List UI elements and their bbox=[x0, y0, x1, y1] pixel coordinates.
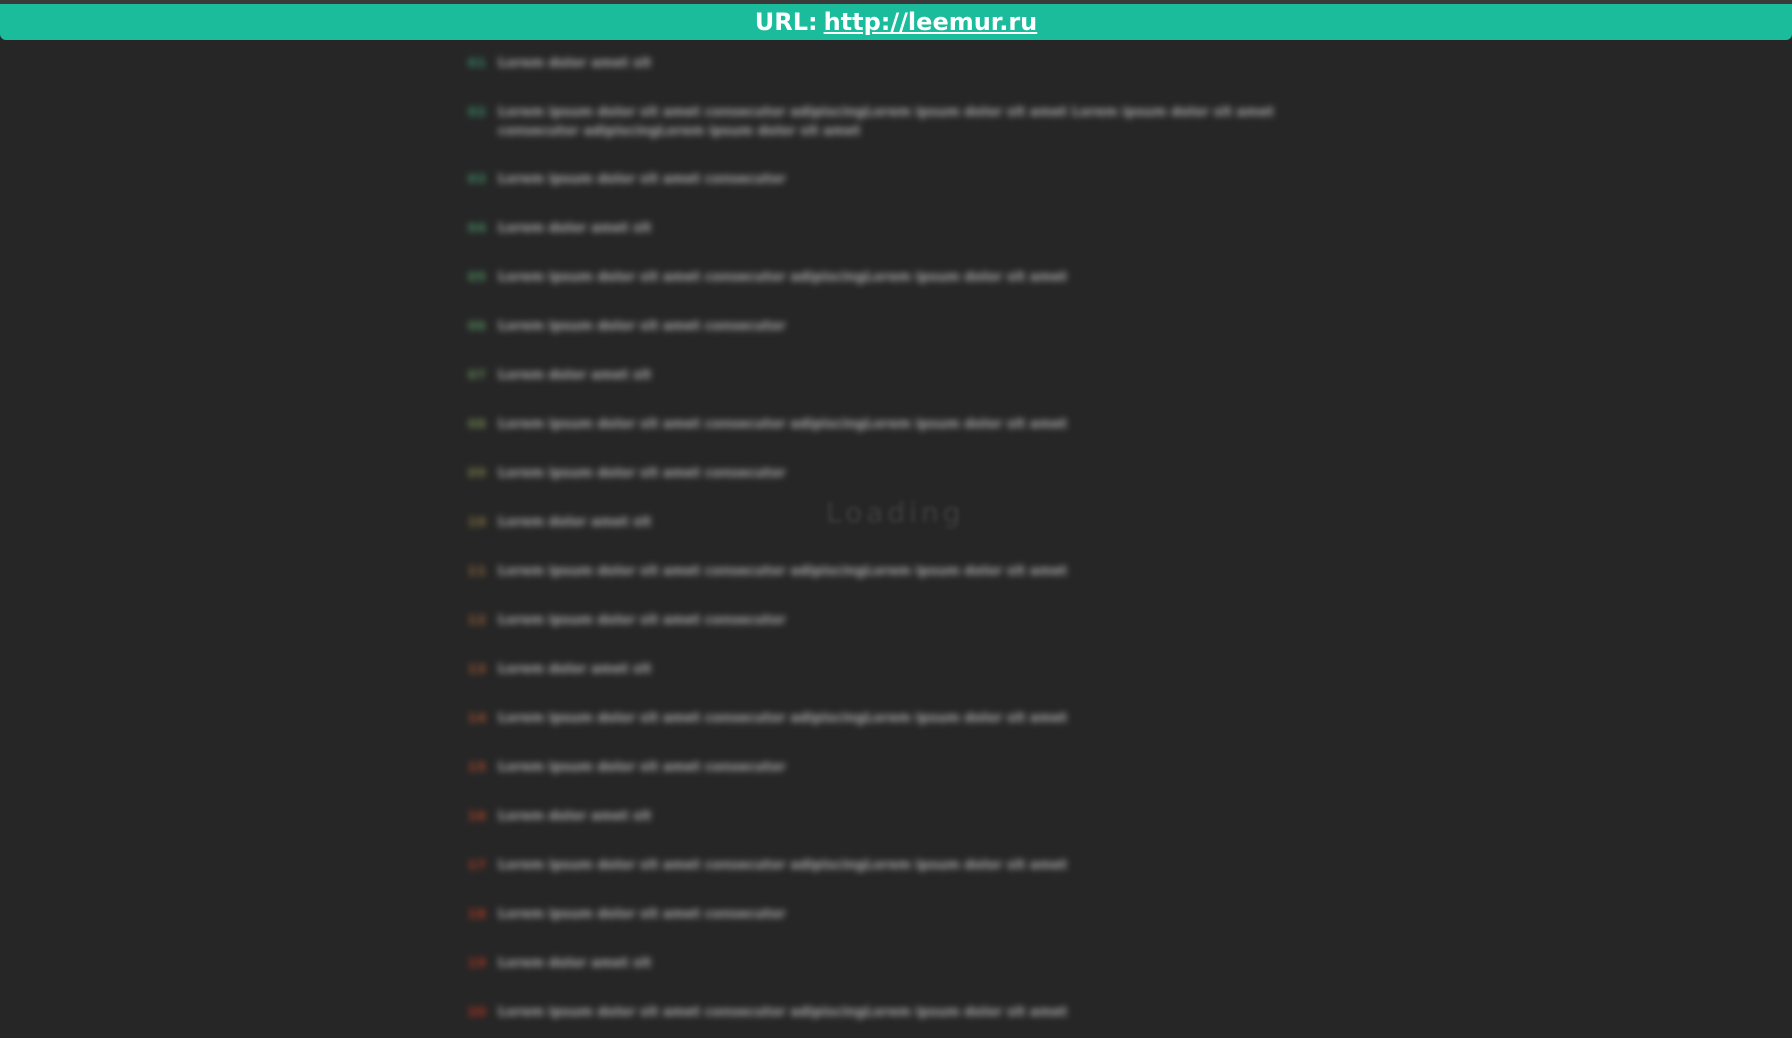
list-item-text: Lorem ipsum dolor sit amet consecutor bbox=[498, 172, 786, 187]
list-item-number: 02 bbox=[468, 105, 487, 119]
list-item-text: Lorem ipsum dolor sit amet consecutor ad… bbox=[498, 564, 1068, 579]
list-item[interactable]: 02 Lorem ipsum dolor sit amet consecutor … bbox=[450, 89, 1342, 156]
list-item[interactable]: 20 Lorem ipsum dolor sit amet consecutor … bbox=[450, 989, 1342, 1038]
list-item-text: Lorem dolor amet sit bbox=[498, 56, 652, 71]
url-prefix: URL: bbox=[754, 8, 818, 36]
loading-text: Loading bbox=[826, 496, 965, 529]
list-item-text: Lorem ipsum dolor sit amet consecutor ad… bbox=[498, 105, 1274, 139]
list-item-number: 08 bbox=[468, 417, 487, 431]
list-item-text: Lorem dolor amet sit bbox=[498, 368, 652, 383]
list-item-number: 07 bbox=[468, 368, 487, 382]
url-banner: URL: http://leemur.ru bbox=[0, 4, 1792, 40]
list-item[interactable]: 05 Lorem ipsum dolor sit amet consecutor … bbox=[450, 254, 1342, 303]
list-item[interactable]: 08 Lorem ipsum dolor sit amet consecutor … bbox=[450, 401, 1342, 450]
list-item-number: 14 bbox=[468, 711, 487, 725]
url-link[interactable]: http://leemur.ru bbox=[824, 8, 1038, 36]
list-item-number: 10 bbox=[468, 515, 487, 529]
list-item-text: Lorem ipsum dolor sit amet consecutor ad… bbox=[498, 1005, 1068, 1020]
list-item-text: Lorem ipsum dolor sit amet consecutor ad… bbox=[498, 711, 1068, 726]
list-item-number: 12 bbox=[468, 613, 487, 627]
list-item-number: 06 bbox=[468, 319, 487, 333]
list-item-number: 03 bbox=[468, 172, 487, 186]
list-item-number: 01 bbox=[468, 56, 487, 70]
list-item[interactable]: 16 Lorem dolor amet sit bbox=[450, 793, 1342, 842]
list-item[interactable]: 11 Lorem ipsum dolor sit amet consecutor … bbox=[450, 548, 1342, 597]
list-item-text: Lorem ipsum dolor sit amet consecutor bbox=[498, 613, 786, 628]
list-item-number: 19 bbox=[468, 956, 487, 970]
list-item[interactable]: 19 Lorem dolor amet sit bbox=[450, 940, 1342, 989]
list-item[interactable]: 15 Lorem ipsum dolor sit amet consecutor bbox=[450, 744, 1342, 793]
list-item[interactable]: 03 Lorem ipsum dolor sit amet consecutor bbox=[450, 156, 1342, 205]
list-item[interactable]: 01 Lorem dolor amet sit bbox=[450, 40, 1342, 89]
list-item-text: Lorem ipsum dolor sit amet consecutor ad… bbox=[498, 270, 1068, 285]
list-item[interactable]: 12 Lorem ipsum dolor sit amet consecutor bbox=[450, 597, 1342, 646]
list-item-number: 13 bbox=[468, 662, 487, 676]
list-item[interactable]: 09 Lorem ipsum dolor sit amet consecutor bbox=[450, 450, 1342, 499]
blurred-list: 01 Lorem dolor amet sit 02 Lorem ipsum dolo… bbox=[450, 40, 1342, 1038]
list-item[interactable]: 04 Lorem dolor amet sit bbox=[450, 205, 1342, 254]
list-item-number: 16 bbox=[468, 809, 487, 823]
list-item[interactable]: 17 Lorem ipsum dolor sit amet consecutor … bbox=[450, 842, 1342, 891]
list-item[interactable]: 07 Lorem dolor amet sit bbox=[450, 352, 1342, 401]
list-item-number: 15 bbox=[468, 760, 487, 774]
list-item-text: Lorem ipsum dolor sit amet consecutor bbox=[498, 760, 786, 775]
list-item-number: 20 bbox=[468, 1005, 487, 1019]
list-item-text: Lorem ipsum dolor sit amet consecutor bbox=[498, 319, 786, 334]
list-item-text: Lorem dolor amet sit bbox=[498, 956, 652, 971]
list-item-number: 09 bbox=[468, 466, 487, 480]
list-item-text: Lorem ipsum dolor sit amet consecutor bbox=[498, 907, 786, 922]
list-item[interactable]: 13 Lorem dolor amet sit bbox=[450, 646, 1342, 695]
list-item-number: 11 bbox=[468, 564, 487, 578]
list-item[interactable]: 14 Lorem ipsum dolor sit amet consecutor … bbox=[450, 695, 1342, 744]
list-item-text: Lorem dolor amet sit bbox=[498, 809, 652, 824]
list-item[interactable]: 18 Lorem ipsum dolor sit amet consecutor bbox=[450, 891, 1342, 940]
list-item-text: Lorem ipsum dolor sit amet consecutor ad… bbox=[498, 858, 1068, 873]
list-item[interactable]: 06 Lorem ipsum dolor sit amet consecutor bbox=[450, 303, 1342, 352]
list-item-text: Lorem dolor amet sit bbox=[498, 662, 652, 677]
list-item-number: 05 bbox=[468, 270, 487, 284]
list-item-text: Lorem dolor amet sit bbox=[498, 221, 652, 236]
list-item-number: 18 bbox=[468, 907, 487, 921]
list-item-text: Lorem ipsum dolor sit amet consecutor ad… bbox=[498, 417, 1068, 432]
list-item-number: 17 bbox=[468, 858, 487, 872]
list-item-text: Lorem ipsum dolor sit amet consecutor bbox=[498, 466, 786, 481]
list-item-number: 04 bbox=[468, 221, 487, 235]
